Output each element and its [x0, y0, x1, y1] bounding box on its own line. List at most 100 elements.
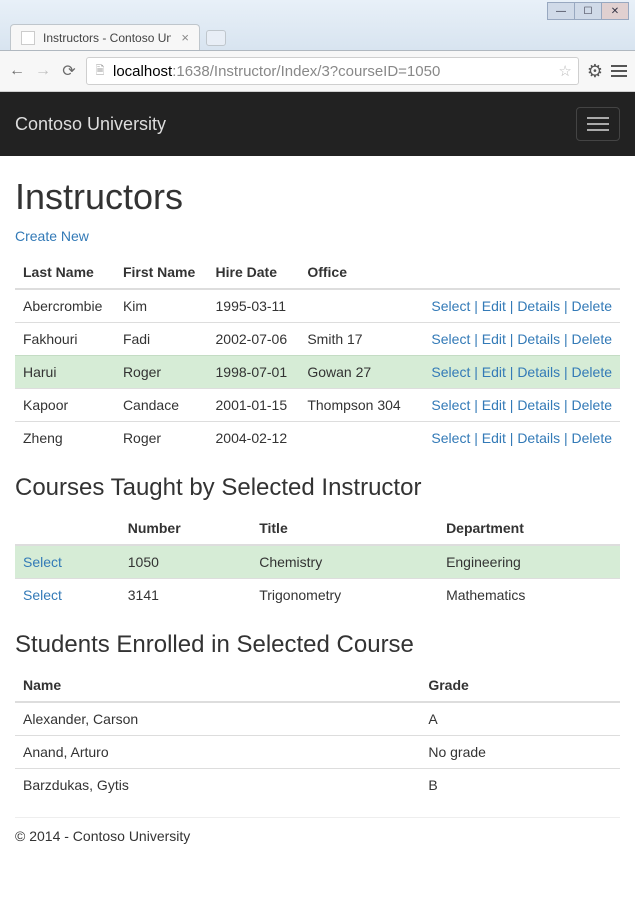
delete-link[interactable]: Delete — [572, 364, 612, 380]
edit-link[interactable]: Edit — [482, 298, 506, 314]
edit-link[interactable]: Edit — [482, 430, 506, 446]
delete-link[interactable]: Delete — [572, 430, 612, 446]
window-maximize-button[interactable]: ☐ — [574, 2, 602, 20]
courses-heading: Courses Taught by Selected Instructor — [15, 474, 620, 502]
window-close-button[interactable]: ✕ — [601, 2, 629, 20]
cell-course-number: 3141 — [120, 579, 251, 612]
details-link[interactable]: Details — [517, 397, 560, 413]
cell-hire-date: 2001-01-15 — [208, 389, 300, 422]
cell-hire-date: 2004-02-12 — [208, 422, 300, 455]
cell-first-name: Fadi — [115, 323, 208, 356]
cell-last-name: Zheng — [15, 422, 115, 455]
student-row: Anand, ArturoNo grade — [15, 736, 620, 769]
cell-last-name: Abercrombie — [15, 289, 115, 323]
instructor-row: FakhouriFadi2002-07-06Smith 17Select | E… — [15, 323, 620, 356]
select-link[interactable]: Select — [431, 364, 470, 380]
settings-gear-icon[interactable]: ⚙ — [587, 61, 603, 82]
reload-button[interactable]: ⟳ — [60, 61, 78, 81]
cell-office: Gowan 27 — [299, 356, 414, 389]
navbar-brand[interactable]: Contoso University — [15, 114, 166, 135]
cell-hire-date: 1995-03-11 — [208, 289, 300, 323]
col-course-select — [15, 512, 120, 545]
back-button[interactable]: ← — [8, 62, 26, 80]
tab-title: Instructors - Contoso Univ — [43, 31, 171, 45]
course-row: Select1050ChemistryEngineering — [15, 545, 620, 579]
delete-link[interactable]: Delete — [572, 331, 612, 347]
url-host: localhost — [113, 63, 172, 80]
col-last-name: Last Name — [15, 256, 115, 289]
details-link[interactable]: Details — [517, 298, 560, 314]
cell-course-dept: Mathematics — [438, 579, 620, 612]
col-office: Office — [299, 256, 414, 289]
edit-link[interactable]: Edit — [482, 397, 506, 413]
page-title: Instructors — [15, 176, 620, 218]
course-select-link[interactable]: Select — [23, 554, 62, 570]
cell-actions: Select | Edit | Details | Delete — [414, 323, 620, 356]
page-icon: 🗎 — [93, 64, 107, 78]
forward-button[interactable]: → — [34, 62, 52, 80]
cell-student-grade: A — [420, 702, 620, 736]
cell-first-name: Roger — [115, 356, 208, 389]
cell-student-grade: No grade — [420, 736, 620, 769]
footer-divider — [15, 817, 620, 818]
cell-last-name: Harui — [15, 356, 115, 389]
col-course-number: Number — [120, 512, 251, 545]
select-link[interactable]: Select — [431, 430, 470, 446]
address-bar[interactable]: 🗎 localhost:1638/Instructor/Index/3?cour… — [86, 57, 579, 85]
select-link[interactable]: Select — [431, 397, 470, 413]
delete-link[interactable]: Delete — [572, 298, 612, 314]
student-row: Alexander, CarsonA — [15, 702, 620, 736]
edit-link[interactable]: Edit — [482, 364, 506, 380]
create-new-link[interactable]: Create New — [15, 228, 89, 244]
cell-course-select: Select — [15, 545, 120, 579]
col-student-name: Name — [15, 669, 420, 702]
details-link[interactable]: Details — [517, 331, 560, 347]
course-row: Select 3141TrigonometryMathematics — [15, 579, 620, 612]
details-link[interactable]: Details — [517, 364, 560, 380]
instructor-row: KapoorCandace2001-01-15Thompson 304Selec… — [15, 389, 620, 422]
cell-student-name: Anand, Arturo — [15, 736, 420, 769]
edit-link[interactable]: Edit — [482, 331, 506, 347]
courses-table: Number Title Department Select1050Chemis… — [15, 512, 620, 611]
cell-student-grade: B — [420, 769, 620, 802]
chrome-menu-icon[interactable] — [611, 65, 627, 77]
browser-tab[interactable]: Instructors - Contoso Univ × — [10, 24, 200, 50]
course-select-link[interactable]: Select — [23, 587, 62, 603]
browser-chrome: — ☐ ✕ Instructors - Contoso Univ × — [0, 0, 635, 51]
cell-actions: Select | Edit | Details | Delete — [414, 356, 620, 389]
students-heading: Students Enrolled in Selected Course — [15, 631, 620, 659]
col-hire-date: Hire Date — [208, 256, 300, 289]
student-row: Barzdukas, GytisB — [15, 769, 620, 802]
details-link[interactable]: Details — [517, 430, 560, 446]
select-link[interactable]: Select — [431, 298, 470, 314]
new-tab-button[interactable] — [206, 30, 226, 46]
cell-actions: Select | Edit | Details | Delete — [414, 389, 620, 422]
bookmark-icon[interactable]: ☆ — [558, 62, 571, 80]
instructor-row: AbercrombieKim1995-03-11Select | Edit | … — [15, 289, 620, 323]
delete-link[interactable]: Delete — [572, 397, 612, 413]
window-minimize-button[interactable]: — — [547, 2, 575, 20]
cell-last-name: Kapoor — [15, 389, 115, 422]
url-path: :1638/Instructor/Index/3?courseID=1050 — [172, 63, 440, 80]
page-footer: © 2014 - Contoso University — [15, 828, 620, 859]
cell-actions: Select | Edit | Details | Delete — [414, 422, 620, 455]
cell-course-number: 1050 — [120, 545, 251, 579]
browser-toolbar: ← → ⟳ 🗎 localhost:1638/Instructor/Index/… — [0, 51, 635, 92]
tab-close-icon[interactable]: × — [179, 30, 191, 45]
site-navbar: Contoso University — [0, 92, 635, 156]
students-table: Name Grade Alexander, CarsonAAnand, Artu… — [15, 669, 620, 801]
cell-actions: Select | Edit | Details | Delete — [414, 289, 620, 323]
instructor-row: HaruiRoger1998-07-01Gowan 27Select | Edi… — [15, 356, 620, 389]
col-actions — [414, 256, 620, 289]
instructor-row: ZhengRoger2004-02-12Select | Edit | Deta… — [15, 422, 620, 455]
cell-last-name: Fakhouri — [15, 323, 115, 356]
select-link[interactable]: Select — [431, 331, 470, 347]
cell-office: Smith 17 — [299, 323, 414, 356]
navbar-toggle-button[interactable] — [576, 107, 620, 141]
cell-course-title: Chemistry — [251, 545, 438, 579]
cell-student-name: Barzdukas, Gytis — [15, 769, 420, 802]
cell-course-title: Trigonometry — [251, 579, 438, 612]
cell-hire-date: 2002-07-06 — [208, 323, 300, 356]
col-course-dept: Department — [438, 512, 620, 545]
cell-office — [299, 422, 414, 455]
